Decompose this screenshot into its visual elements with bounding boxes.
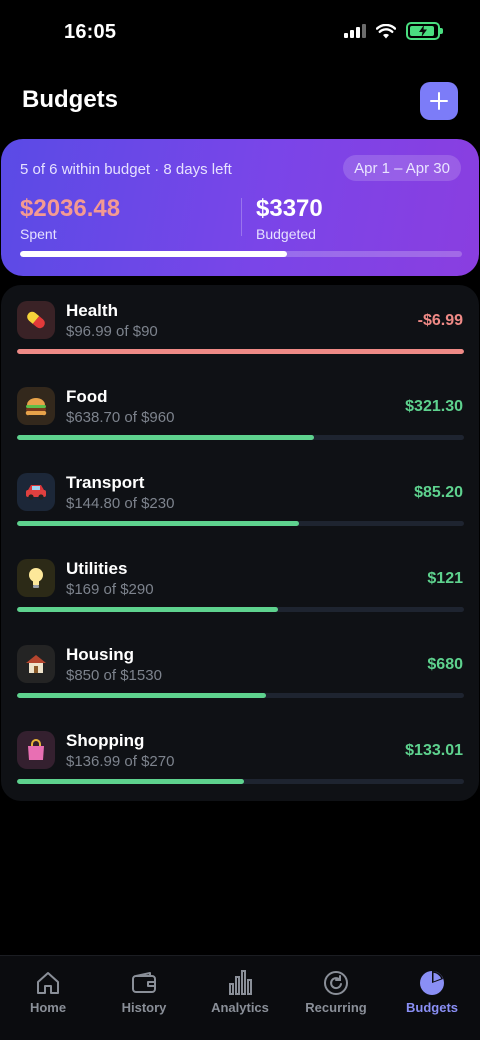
budget-summary-card: 5 of 6 within budget · 8 days left Apr 1…	[1, 139, 479, 276]
budget-progress-bar	[17, 521, 464, 526]
wifi-icon	[376, 23, 396, 38]
budget-progress-fill	[17, 435, 315, 440]
lightbulb-icon	[17, 559, 55, 597]
tab-label: History	[121, 1000, 167, 1015]
spent-amount: $2036.48	[20, 195, 121, 222]
budgeted-amount: $3370	[256, 195, 323, 222]
period-selector[interactable]: Apr 1 – Apr 30	[343, 155, 461, 181]
spent-label: Spent	[20, 226, 57, 242]
budget-name: Housing	[66, 645, 134, 664]
budget-name: Shopping	[66, 731, 145, 750]
budget-remaining: $680	[427, 656, 463, 673]
budget-remaining: $85.20	[414, 484, 463, 501]
budget-progress-fill	[17, 521, 299, 526]
budget-name: Utilities	[66, 559, 128, 578]
battery-icon	[406, 22, 443, 40]
budget-progress-bar	[17, 607, 464, 612]
plus-icon	[430, 92, 448, 110]
pill-icon	[17, 301, 55, 339]
add-budget-button[interactable]	[420, 82, 458, 120]
budget-row-utilities[interactable]: Utilities $169 of $290 $121	[1, 543, 479, 629]
bar-chart-icon	[229, 970, 252, 995]
budget-row-health[interactable]: Health $96.99 of $90 -$6.99	[1, 285, 479, 371]
tab-bar: Home History Analytics Recurring Budgets	[0, 955, 480, 1040]
wallet-icon	[132, 972, 156, 993]
budget-spent-of-total: $850 of $1530	[66, 667, 162, 684]
budget-spent-of-total: $638.70 of $960	[66, 409, 175, 426]
tab-label: Home	[29, 1000, 67, 1015]
budget-spent-of-total: $169 of $290	[66, 581, 154, 598]
home-icon	[37, 972, 59, 994]
budget-remaining: $133.01	[405, 742, 463, 759]
budget-progress-fill	[17, 693, 266, 698]
tab-label: Analytics	[211, 1000, 269, 1015]
shopping-bag-icon	[17, 731, 55, 769]
budget-progress-bar	[17, 435, 464, 440]
budget-remaining: $321.30	[405, 398, 463, 415]
tab-recurring[interactable]: Recurring	[288, 956, 384, 1040]
budget-progress-fill	[17, 607, 278, 612]
tab-analytics[interactable]: Analytics	[192, 956, 288, 1040]
tab-label: Budgets	[406, 1000, 458, 1015]
budgeted-label: Budgeted	[256, 226, 316, 242]
page-title: Budgets	[22, 86, 118, 113]
budget-list: Health $96.99 of $90 -$6.99 Food $638.70…	[1, 285, 479, 801]
cellular-signal-icon	[344, 24, 366, 38]
burger-icon	[17, 387, 55, 425]
budget-row-housing[interactable]: Housing $850 of $1530 $680	[1, 629, 479, 715]
pie-chart-icon	[420, 971, 444, 995]
budget-name: Food	[66, 387, 108, 406]
status-bar: 16:05	[0, 0, 480, 64]
house-icon	[17, 645, 55, 683]
budget-name: Transport	[66, 473, 145, 492]
budget-row-shopping[interactable]: Shopping $136.99 of $270 $133.01	[1, 715, 479, 801]
budget-progress-bar	[17, 349, 464, 354]
car-icon	[17, 473, 55, 511]
status-time: 16:05	[64, 21, 117, 43]
status-icons	[344, 22, 443, 40]
budget-progress-fill	[17, 779, 244, 784]
tab-history[interactable]: History	[96, 956, 192, 1040]
tab-budgets[interactable]: Budgets	[384, 956, 480, 1040]
recurring-icon	[324, 971, 348, 995]
budget-remaining: $121	[427, 570, 463, 587]
budget-row-food[interactable]: Food $638.70 of $960 $321.30	[1, 371, 479, 457]
summary-progress-bar	[20, 251, 462, 257]
budget-spent-of-total: $136.99 of $270	[66, 753, 175, 770]
budget-spent-of-total: $144.80 of $230	[66, 495, 175, 512]
tab-label: Recurring	[305, 1000, 367, 1015]
tab-home[interactable]: Home	[0, 956, 96, 1040]
budget-progress-fill	[17, 349, 464, 354]
budget-progress-bar	[17, 779, 464, 784]
summary-status: 5 of 6 within budget · 8 days left	[20, 161, 232, 178]
budget-spent-of-total: $96.99 of $90	[66, 323, 158, 340]
summary-divider	[241, 198, 242, 236]
budget-remaining: -$6.99	[417, 312, 463, 329]
budget-row-transport[interactable]: Transport $144.80 of $230 $85.20	[1, 457, 479, 543]
summary-progress-fill	[20, 251, 287, 257]
budget-progress-bar	[17, 693, 464, 698]
budget-name: Health	[66, 301, 118, 320]
